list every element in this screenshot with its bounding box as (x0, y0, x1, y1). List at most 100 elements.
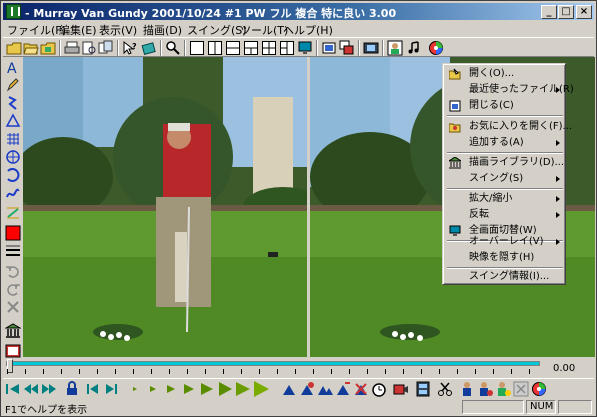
ctx-close[interactable]: 閉じる(C) (445, 98, 565, 114)
open-folder-icon[interactable] (23, 40, 39, 56)
pencil-tool-icon[interactable] (5, 77, 21, 93)
new-file-icon[interactable] (6, 40, 22, 56)
swing-plane-tool-icon[interactable] (5, 205, 21, 221)
first-frame-icon[interactable] (5, 381, 21, 397)
play-speed-6-icon[interactable] (217, 381, 233, 397)
freehand-tool-icon[interactable] (5, 95, 21, 111)
undo-icon[interactable] (5, 263, 21, 279)
step-back-icon[interactable] (85, 381, 101, 397)
submenu-arrow-icon (556, 176, 560, 182)
title-bar[interactable]: - Murray Van Gundy 2001/10/24 #1 PW フル 複… (3, 3, 594, 20)
app-icon[interactable] (6, 4, 21, 19)
ctx-flip[interactable]: 反転 (445, 207, 565, 223)
status-bar: F1でヘルプを表示 NUM (3, 399, 594, 416)
info-card-icon[interactable] (5, 343, 21, 359)
text-tool-icon[interactable]: A (5, 59, 21, 75)
ctx-open[interactable]: 開く(O)... (445, 66, 565, 82)
quad-view-icon[interactable] (261, 40, 277, 56)
stamp-icon[interactable] (141, 40, 157, 56)
circle-grid-tool-icon[interactable] (5, 149, 21, 165)
menu-file[interactable]: ファイル(F) (7, 22, 66, 38)
menu-edit[interactable]: 編集(E) (59, 22, 97, 38)
golfer-add-icon[interactable] (477, 381, 493, 397)
ctx-hide-video[interactable]: 映像を隠す(H) (445, 250, 565, 266)
golfer-remove-icon[interactable] (495, 381, 511, 397)
menu-tools[interactable]: ツール(T) (240, 22, 288, 38)
marker-add-icon[interactable] (299, 381, 315, 397)
play-icon[interactable] (253, 381, 269, 397)
delete-icon[interactable] (5, 299, 21, 315)
copy-icon[interactable] (98, 40, 114, 56)
rewind-icon[interactable] (23, 381, 39, 397)
play-speed-2-icon[interactable] (145, 381, 161, 397)
status-pane-empty (462, 400, 524, 414)
person-icon[interactable] (387, 40, 403, 56)
play-speed-7-icon[interactable] (235, 381, 251, 397)
menu-view[interactable]: 表示(V) (99, 22, 137, 38)
compare-icon[interactable] (339, 40, 355, 56)
play-speed-1-icon[interactable] (127, 381, 143, 397)
menu-swing[interactable]: スイング(S) (187, 22, 247, 38)
film-strip-icon[interactable] (415, 381, 431, 397)
save-icon[interactable] (40, 40, 56, 56)
minimize-button[interactable]: _ (541, 5, 557, 19)
close-button[interactable]: × (576, 5, 592, 19)
ctx-add[interactable]: 追加する(A) (445, 135, 565, 151)
play-speed-4-icon[interactable] (181, 381, 197, 397)
lock-icon[interactable] (64, 381, 80, 397)
marker-next-icon[interactable] (317, 381, 333, 397)
marker-prev-icon[interactable] (335, 381, 351, 397)
ctx-drawing-library[interactable]: 描画ライブラリ(D)... (445, 155, 565, 171)
three-pane-icon[interactable] (243, 40, 259, 56)
timeline-ticks (7, 369, 539, 374)
capture-icon[interactable] (321, 40, 337, 56)
monitor-icon[interactable] (297, 40, 313, 56)
timeline-track[interactable] (6, 361, 540, 366)
single-view-icon[interactable] (189, 40, 205, 56)
marker-icon[interactable] (281, 381, 297, 397)
timer-icon[interactable] (371, 381, 387, 397)
redo-icon[interactable] (5, 281, 21, 297)
scissors-icon[interactable] (437, 381, 453, 397)
red-color-swatch[interactable] (5, 225, 21, 241)
forward-icon[interactable] (41, 381, 57, 397)
video-panel-left[interactable] (23, 57, 307, 357)
marker-delete-icon[interactable] (353, 381, 369, 397)
ctx-open-favorites[interactable]: お気に入りを開く(F)... (445, 119, 572, 135)
line-width-icon[interactable] (5, 243, 21, 259)
ctx-swing-info[interactable]: スイング情報(I)... (445, 269, 565, 285)
split-lr-icon[interactable] (279, 40, 295, 56)
music-icon[interactable] (406, 40, 422, 56)
color-wheel-icon[interactable] (531, 381, 547, 397)
curve-tool-icon[interactable] (5, 185, 21, 201)
film-icon[interactable] (363, 40, 379, 56)
disabled-delete-icon[interactable] (513, 381, 529, 397)
triangle-tool-icon[interactable] (5, 113, 21, 129)
time-readout: 0.00 (553, 363, 576, 374)
arc-tool-icon[interactable] (5, 167, 21, 183)
submenu-arrow-icon (556, 87, 560, 93)
split-horizontal-icon[interactable] (225, 40, 241, 56)
record-camera-icon[interactable] (393, 381, 409, 397)
step-forward-icon[interactable] (103, 381, 119, 397)
ctx-zoom[interactable]: 拡大/縮小 (445, 191, 565, 207)
menu-help[interactable]: ヘルプ(H) (283, 22, 333, 38)
ctx-swing[interactable]: スイング(S) (445, 171, 565, 187)
golfer-icon[interactable] (459, 381, 475, 397)
zoom-icon[interactable] (165, 40, 181, 56)
play-speed-3-icon[interactable] (163, 381, 179, 397)
ctx-recent-files[interactable]: 最近使ったファイル(R) (445, 82, 574, 98)
submenu-arrow-icon (556, 196, 560, 202)
split-vertical-icon[interactable] (207, 40, 223, 56)
print-icon[interactable] (64, 40, 80, 56)
play-speed-5-icon[interactable] (199, 381, 215, 397)
menu-draw[interactable]: 描画(D) (143, 22, 182, 38)
maximize-button[interactable]: □ (558, 5, 574, 19)
library-icon[interactable] (5, 323, 21, 339)
context-help-icon[interactable]: ? (122, 40, 138, 56)
color-wheel-icon[interactable] (428, 40, 444, 56)
ctx-overlay[interactable]: オーバーレイ(V) (445, 234, 565, 250)
grid-tool-icon[interactable] (5, 131, 21, 147)
print-preview-icon[interactable] (81, 40, 97, 56)
submenu-arrow-icon (556, 239, 560, 245)
